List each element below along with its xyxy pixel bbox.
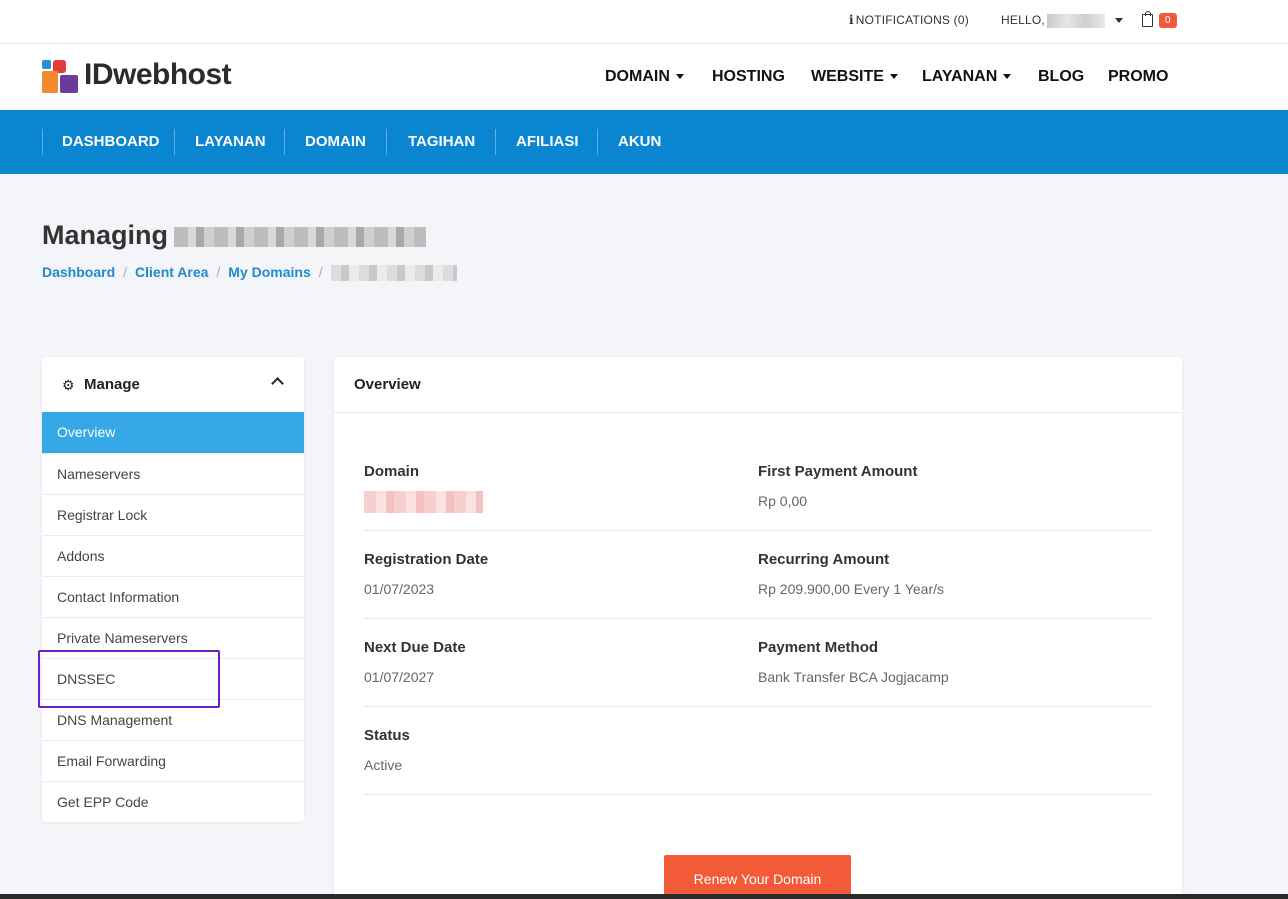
recurring-amount-label: Recurring Amount: [758, 551, 890, 568]
nav-website[interactable]: WEBSITE: [811, 68, 898, 86]
caret-down-icon: [675, 74, 684, 80]
subnav-domain[interactable]: DOMAIN: [305, 110, 366, 174]
cart-count-badge: 0: [1159, 13, 1177, 29]
nav-promo[interactable]: PROMO: [1108, 68, 1168, 86]
status-label: Status: [364, 727, 410, 744]
chevron-up-icon[interactable]: [271, 377, 284, 390]
sidebar-item-get-epp-code[interactable]: Get EPP Code: [42, 781, 304, 822]
breadcrumb-my-domains[interactable]: My Domains: [228, 264, 310, 280]
subnav-tagihan[interactable]: TAGIHAN: [408, 110, 475, 174]
bottom-edge-bar: [0, 894, 1288, 899]
sidebar-item-registrar-lock[interactable]: Registrar Lock: [42, 494, 304, 535]
sidebar-item-nameservers[interactable]: Nameservers: [42, 453, 304, 494]
recurring-amount-value: Rp 209.900,00 Every 1 Year/s: [758, 581, 945, 597]
subnav-akun[interactable]: AKUN: [618, 110, 661, 174]
subnav-afiliasi[interactable]: AFILIASI: [516, 110, 579, 174]
domain-label: Domain: [364, 463, 420, 480]
sidebar-item-email-forwarding[interactable]: Email Forwarding: [42, 740, 304, 781]
caret-down-icon: [1003, 74, 1012, 80]
nav-blog[interactable]: BLOG: [1038, 68, 1084, 86]
client-area-nav: DASHBOARD LAYANAN DOMAIN TAGIHAN AFILIAS…: [0, 110, 1288, 174]
notifications-link[interactable]: i NOTIFICATIONS (0): [849, 13, 969, 27]
shopping-bag-icon: [1142, 11, 1153, 28]
domain-name-redacted: [174, 226, 426, 247]
user-name-redacted: [1046, 13, 1105, 28]
site-header: IDwebhost DOMAIN HOSTING WEBSITE LAYANAN…: [0, 44, 1288, 110]
domain-value-redacted: [364, 491, 483, 513]
breadcrumb-client-area[interactable]: Client Area: [135, 264, 208, 280]
first-payment-value: Rp 0,00: [758, 493, 808, 509]
overview-panel: Overview Domain First Payment Amount Rp …: [334, 357, 1182, 899]
page-title: Managing: [42, 220, 426, 251]
next-due-date-label: Next Due Date: [364, 639, 466, 656]
renew-domain-button[interactable]: Renew Your Domain: [664, 855, 851, 899]
registration-date-value: 01/07/2023: [364, 581, 435, 597]
payment-method-value: Bank Transfer BCA Jogjacamp: [758, 669, 949, 685]
dnssec-highlight-box: [38, 650, 220, 708]
sidebar-item-contact-information[interactable]: Contact Information: [42, 576, 304, 617]
nav-layanan[interactable]: LAYANAN: [922, 68, 1012, 86]
cart-button[interactable]: 0: [1142, 11, 1177, 29]
subnav-layanan[interactable]: LAYANAN: [195, 110, 266, 174]
nav-domain[interactable]: DOMAIN: [605, 68, 684, 86]
next-due-date-value: 01/07/2027: [364, 669, 435, 685]
user-menu[interactable]: HELLO,: [1001, 13, 1123, 28]
status-value: Active: [364, 757, 403, 773]
sidebar-item-overview[interactable]: Overview: [42, 412, 304, 453]
manage-sidebar: ⚙ Manage Overview Nameservers Registrar …: [42, 357, 304, 822]
caret-down-icon: [1114, 18, 1123, 24]
payment-method-label: Payment Method: [758, 639, 879, 656]
breadcrumb-dashboard[interactable]: Dashboard: [42, 264, 115, 280]
breadcrumb: Dashboard / Client Area / My Domains /: [42, 264, 457, 282]
overview-header: Overview: [334, 357, 1182, 413]
brand-name[interactable]: IDwebhost: [84, 58, 232, 92]
nav-hosting[interactable]: HOSTING: [712, 68, 785, 86]
registration-date-label: Registration Date: [364, 551, 489, 568]
breadcrumb-current-redacted: [330, 265, 457, 282]
first-payment-label: First Payment Amount: [758, 463, 918, 480]
info-icon: i: [849, 13, 854, 27]
sidebar-item-addons[interactable]: Addons: [42, 535, 304, 576]
top-utility-bar: i NOTIFICATIONS (0) HELLO, 0: [0, 0, 1288, 44]
gear-icon: ⚙: [62, 377, 75, 393]
caret-down-icon: [889, 74, 898, 80]
brand-logo-icon[interactable]: [42, 60, 78, 94]
manage-panel-header[interactable]: ⚙ Manage: [42, 357, 304, 412]
subnav-dashboard[interactable]: DASHBOARD: [62, 110, 160, 174]
